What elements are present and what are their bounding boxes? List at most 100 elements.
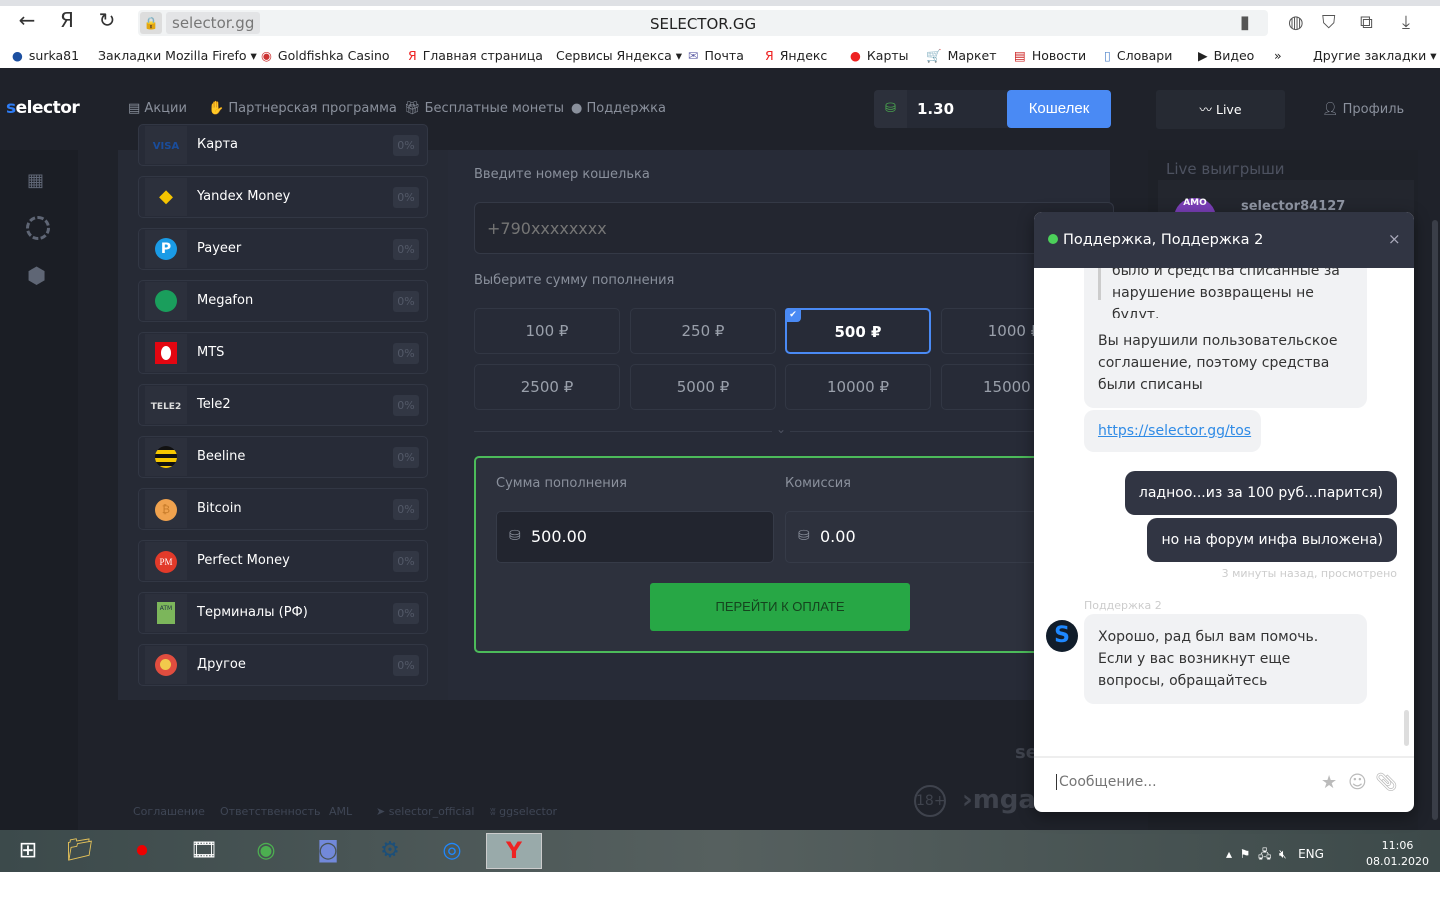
chevron-down-icon[interactable]: ⌄ xyxy=(772,422,791,436)
file-explorer-icon[interactable]: 📁︎ xyxy=(52,833,108,869)
payment-method-bitcoin[interactable]: ₿ Bitcoin 0% xyxy=(138,488,428,530)
coins-icon: ⛁ xyxy=(509,528,521,544)
windows-start-icon[interactable]: ⊞ xyxy=(0,833,56,869)
fee-badge: 0% xyxy=(393,239,419,260)
message-input[interactable] xyxy=(1056,774,1306,790)
yandex-browser-icon[interactable]: Y xyxy=(486,833,542,869)
recorder-icon[interactable]: ⏺ xyxy=(114,833,170,869)
amount-option[interactable]: 2500 ₽ xyxy=(474,364,620,410)
payment-method-megafon[interactable]: Megafon 0% xyxy=(138,280,428,322)
wheel-icon[interactable] xyxy=(26,216,50,240)
close-icon[interactable]: × xyxy=(1388,230,1401,248)
bookmark-news[interactable]: ▤ Новости xyxy=(1014,48,1086,63)
lock-icon[interactable]: 🔒 xyxy=(140,12,162,34)
fee-label: Комиссия xyxy=(785,476,852,491)
payment-method-beeline[interactable]: Beeline 0% xyxy=(138,436,428,478)
fee-badge: 0% xyxy=(393,551,419,572)
wallet-label: Введите номер кошелька xyxy=(474,167,650,182)
steam-icon[interactable]: ⚙ xyxy=(362,833,418,869)
payment-method-name: MTS xyxy=(197,345,225,360)
bookmark-video[interactable]: ▶ Видео xyxy=(1198,48,1254,63)
clock[interactable]: 11:06 08.01.2020 xyxy=(1366,838,1429,870)
chat-scrollbar[interactable] xyxy=(1404,710,1409,746)
globe-icon[interactable]: ◍ xyxy=(1288,12,1304,33)
bookmark-other[interactable]: Другие закладки ▾ xyxy=(1313,48,1437,63)
menu-promotions[interactable]: ▤ Акции xyxy=(128,101,187,116)
fee-badge: 0% xyxy=(393,291,419,312)
footer-aml-link[interactable]: AML xyxy=(329,805,352,818)
slots-icon[interactable]: ▦ xyxy=(27,170,44,191)
emoji-icon[interactable]: ☺ xyxy=(1348,772,1367,793)
bookmark-dictionaries[interactable]: ▯ Словари xyxy=(1104,48,1172,63)
payment-method-name: Yandex Money xyxy=(197,189,291,204)
proceed-to-payment-button[interactable]: ПЕРЕЙТИ К ОПЛАТЕ xyxy=(650,583,910,631)
payment-method-tele2[interactable]: TELE2 Tele2 0% xyxy=(138,384,428,426)
vk-icon: ʬ xyxy=(490,805,496,818)
shield-icon[interactable]: ⛉ xyxy=(1322,12,1336,33)
visa-icon: VISA xyxy=(145,126,187,164)
footer-agreement-link[interactable]: Соглашение xyxy=(133,805,205,818)
wallet-number-input[interactable] xyxy=(474,202,1114,254)
star-icon[interactable]: ★ xyxy=(1321,772,1337,793)
back-icon[interactable]: ← xyxy=(12,8,42,32)
live-button[interactable]: 〰 Live xyxy=(1156,90,1285,129)
video-editor-icon[interactable]: 🎞︎ xyxy=(176,833,232,869)
dice-icon[interactable]: ⬢ xyxy=(27,264,46,289)
bookmark-firefox[interactable]: Закладки Mozilla Firefo ▾ xyxy=(98,48,257,63)
bookmark-maps[interactable]: ● Карты xyxy=(850,48,909,63)
chrome-icon[interactable]: ◉ xyxy=(238,833,294,869)
bookmark-yandex[interactable]: Я Яндекс xyxy=(765,48,827,63)
page-title: SELECTOR.GG xyxy=(650,15,757,33)
menu-partners[interactable]: ✋ Партнерская программа xyxy=(208,101,397,116)
payment-method-терминалы-рф-[interactable]: ATM Терминалы (РФ) 0% xyxy=(138,592,428,634)
payment-method-другое[interactable]: Другое 0% xyxy=(138,644,428,686)
amount-option[interactable]: 250 ₽ xyxy=(630,308,776,354)
amount-option[interactable]: 5000 ₽ xyxy=(630,364,776,410)
quote-bar xyxy=(1098,266,1101,300)
url-host[interactable]: selector.gg xyxy=(166,12,261,34)
menu-support[interactable]: ● Поддержка xyxy=(571,101,666,116)
payment-method-карта[interactable]: VISA Карта 0% xyxy=(138,124,428,166)
bookmark-surka81[interactable]: ● surka81 xyxy=(12,48,79,63)
user-icon: 👤︎ xyxy=(1322,102,1339,117)
system-tray[interactable]: ▴ ⚑ 🖧︎ 🔇︎ ENG xyxy=(1226,845,1324,866)
bookmark-mail[interactable]: ✉ Почта xyxy=(688,48,744,63)
fee-badge: 0% xyxy=(393,135,419,156)
--icon: ₿ xyxy=(145,490,187,528)
yandex-icon[interactable]: Я xyxy=(52,8,82,32)
bookmark-main[interactable]: Я Главная страница xyxy=(408,48,543,63)
discord-icon[interactable]: ◙ xyxy=(300,833,356,869)
bookmark-yandex-services[interactable]: Сервисы Яндекса ▾ xyxy=(556,48,682,63)
extensions-icon[interactable]: ⧉ xyxy=(1360,12,1373,33)
fee-badge: 0% xyxy=(393,187,419,208)
game-rail xyxy=(0,150,78,830)
language-indicator[interactable]: ENG xyxy=(1298,847,1324,861)
page-scrollbar[interactable] xyxy=(1432,220,1438,820)
download-icon[interactable]: ⤓ xyxy=(1402,12,1410,33)
bookmark-market[interactable]: 🛒 Маркет xyxy=(926,48,996,64)
amount-option[interactable]: ✔ 500 ₽ xyxy=(785,308,931,354)
bookmarks-overflow[interactable]: » xyxy=(1274,48,1282,63)
uplay-icon[interactable]: ◎ xyxy=(424,833,480,869)
bookmark-goldfishka[interactable]: ◉ Goldfishka Casino xyxy=(261,48,390,63)
reload-icon[interactable]: ↻ xyxy=(92,8,122,32)
footer-telegram-link[interactable]: ➤ selector_official xyxy=(376,805,474,818)
payment-method-payeer[interactable]: P Payeer 0% xyxy=(138,228,428,270)
payment-method-yandex-money[interactable]: ◆ Yandex Money 0% xyxy=(138,176,428,218)
payment-method-perfect-money[interactable]: PM Perfect Money 0% xyxy=(138,540,428,582)
wallet-button[interactable]: Кошелек xyxy=(1007,90,1111,128)
beeline-icon xyxy=(145,438,187,476)
fee-badge: 0% xyxy=(393,603,419,624)
footer-vk-link[interactable]: ʬ ggselector xyxy=(490,805,557,818)
footer-responsibility-link[interactable]: Ответственность xyxy=(220,805,320,818)
attach-icon[interactable]: 📎︎ xyxy=(1375,772,1398,793)
profile-button[interactable]: 👤︎ Профиль xyxy=(1322,102,1404,117)
menu-free-coins[interactable]: 🎁︎ Бесплатные монеты xyxy=(404,101,564,116)
site-logo[interactable]: selector xyxy=(6,98,80,118)
bookmark-icon[interactable]: ▮ xyxy=(1240,12,1250,33)
sum-field[interactable]: ⛁ 500.00 xyxy=(496,511,774,563)
amount-option[interactable]: 10000 ₽ xyxy=(785,364,931,410)
payment-method-mts[interactable]: MTS 0% xyxy=(138,332,428,374)
tos-link[interactable]: https://selector.gg/tos xyxy=(1098,423,1251,439)
amount-option[interactable]: 100 ₽ xyxy=(474,308,620,354)
